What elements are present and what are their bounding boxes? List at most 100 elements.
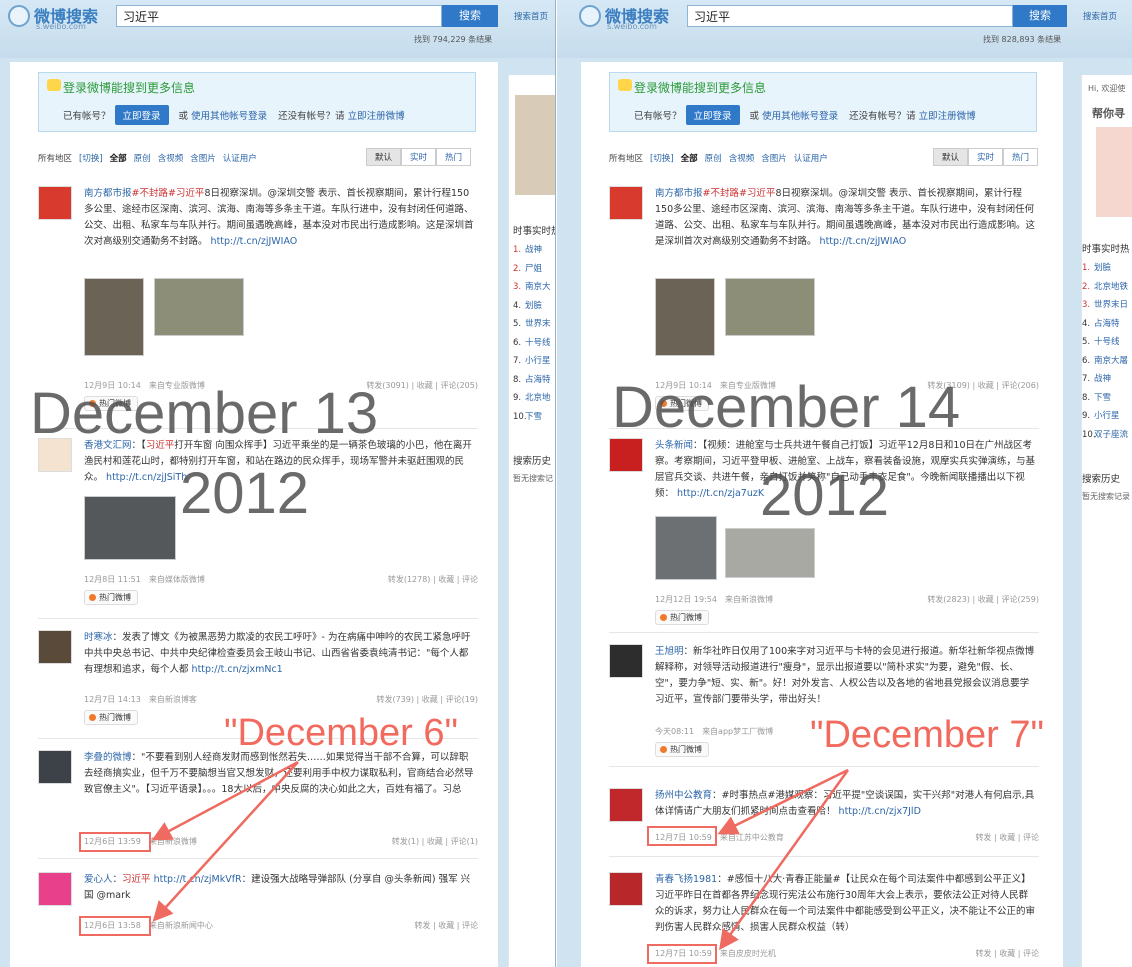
post-author[interactable]: 王旭明: [655, 646, 684, 657]
login-button[interactable]: 立即登录: [685, 105, 740, 125]
hot-weibo-button[interactable]: 热门微博: [655, 742, 709, 757]
post-time[interactable]: 12月7日 14:13: [84, 695, 141, 704]
sort-realtime[interactable]: 实时: [401, 148, 437, 166]
hot-topic-item[interactable]: 世界末日: [1094, 300, 1128, 310]
post-author[interactable]: 李叠的微博: [84, 752, 132, 763]
post-actions[interactable]: 转发(1) | 收藏 | 评论(1): [392, 836, 478, 847]
hot-topic-item[interactable]: 占海特: [1094, 319, 1120, 329]
post-image[interactable]: [655, 516, 717, 580]
hot-topic-item[interactable]: 下雪: [1094, 393, 1111, 403]
post-actions[interactable]: 转发(739) | 收藏 | 评论(19): [377, 694, 479, 705]
post-link[interactable]: http://t.cn/zjxmNc1: [192, 664, 283, 675]
avatar[interactable]: [38, 186, 72, 220]
avatar[interactable]: [609, 644, 643, 678]
hot-topic-item[interactable]: 南京大屠: [1094, 356, 1128, 366]
hot-topic-item[interactable]: 世界末: [525, 319, 551, 329]
hot-topic-item[interactable]: 占海特: [525, 375, 551, 385]
search-home-link[interactable]: 搜索首页: [1083, 10, 1117, 22]
post-source[interactable]: 来自新浪新闻中心: [149, 921, 213, 930]
hot-topic-item[interactable]: 十号线: [525, 338, 551, 348]
weibo-logo[interactable]: 微博搜索 s.weibo.com: [579, 3, 681, 33]
post-source[interactable]: 来自新浪博客: [149, 695, 197, 704]
sort-hot[interactable]: 热门: [436, 148, 472, 166]
other-login-link[interactable]: 使用其他帐号登录: [191, 111, 267, 122]
hot-topic-item[interactable]: 小行星: [1094, 411, 1120, 421]
hot-topic-item[interactable]: 北京地: [525, 393, 551, 403]
filter-verified[interactable]: 认证用户: [223, 154, 257, 164]
post-link[interactable]: http://t.cn/zja7uzK: [677, 488, 764, 499]
other-login-link[interactable]: 使用其他帐号登录: [762, 111, 838, 122]
post-actions[interactable]: 转发(2823) | 收藏 | 评论(259): [927, 594, 1039, 605]
avatar[interactable]: [609, 872, 643, 906]
hot-topic-item[interactable]: 战神: [1094, 374, 1111, 384]
search-button[interactable]: 搜索: [442, 5, 498, 27]
hot-topic-item[interactable]: 双子座流: [1094, 430, 1128, 440]
sort-realtime[interactable]: 实时: [968, 148, 1004, 166]
filter-switch[interactable]: [切换]: [650, 154, 674, 164]
post-source[interactable]: 来自app梦工厂微博: [702, 727, 773, 736]
post-link[interactable]: http://t.cn/zjMkVfR: [154, 874, 242, 885]
sort-hot[interactable]: 热门: [1003, 148, 1039, 166]
hot-topic-item[interactable]: 尸姐: [525, 264, 542, 274]
register-link[interactable]: 立即注册微博: [919, 111, 976, 122]
post-source[interactable]: 来自皮皮时光机: [720, 949, 776, 958]
post-image[interactable]: [725, 528, 815, 578]
post-actions[interactable]: 转发(1278) | 收藏 | 评论: [388, 574, 478, 585]
post-time[interactable]: 今天08:11: [655, 727, 694, 736]
hot-topic-item[interactable]: 北京地铁: [1094, 282, 1128, 292]
post-image[interactable]: [655, 278, 715, 356]
avatar[interactable]: [609, 186, 643, 220]
post-author[interactable]: 时寒冰: [84, 632, 113, 643]
hot-topic-item[interactable]: 战神: [525, 245, 542, 255]
login-button[interactable]: 立即登录: [114, 105, 169, 125]
filter-all[interactable]: 全部: [681, 154, 698, 164]
post-source[interactable]: 来自媒体版微博: [149, 575, 205, 584]
avatar[interactable]: [38, 750, 72, 784]
avatar[interactable]: [38, 630, 72, 664]
post-author[interactable]: 南方都市报: [655, 188, 703, 199]
search-input[interactable]: 习近平: [116, 5, 442, 27]
hot-topic-item[interactable]: 下雪: [525, 412, 542, 422]
register-link[interactable]: 立即注册微博: [348, 111, 405, 122]
search-button[interactable]: 搜索: [1013, 5, 1067, 27]
post-time[interactable]: 12月8日 11:51: [84, 575, 141, 584]
sort-default[interactable]: 默认: [366, 148, 402, 166]
weibo-logo[interactable]: 微博搜索 s.weibo.com: [8, 3, 110, 33]
search-home-link[interactable]: 搜索首页: [514, 10, 548, 22]
hot-topic-item[interactable]: 十号线: [1094, 337, 1120, 347]
hot-topic-item[interactable]: 小行星: [525, 356, 551, 366]
filter-switch[interactable]: [切换]: [79, 154, 103, 164]
post-actions[interactable]: 转发 | 收藏 | 评论: [975, 832, 1039, 843]
post-image[interactable]: [154, 278, 244, 336]
filter-original[interactable]: 原创: [705, 154, 722, 164]
filter-video[interactable]: 含视频: [729, 154, 755, 164]
filter-verified[interactable]: 认证用户: [794, 154, 828, 164]
post-source[interactable]: 来自江苏中公教育: [720, 833, 784, 842]
sort-default[interactable]: 默认: [933, 148, 969, 166]
filter-video[interactable]: 含视频: [158, 154, 184, 164]
post-actions[interactable]: 转发(3091) | 收藏 | 评论(205): [366, 380, 478, 391]
hot-weibo-button[interactable]: 热门微博: [84, 590, 138, 605]
filter-all[interactable]: 全部: [110, 154, 127, 164]
avatar[interactable]: [609, 788, 643, 822]
hot-topic-item[interactable]: 划臉: [1094, 263, 1111, 273]
post-actions[interactable]: 转发 | 收藏 | 评论: [975, 948, 1039, 959]
hot-weibo-button[interactable]: 热门微博: [655, 610, 709, 625]
post-image[interactable]: [725, 278, 815, 336]
post-author[interactable]: 扬州中公教育: [655, 790, 712, 801]
post-time[interactable]: 12月12日 19:54: [655, 595, 717, 604]
filter-picture[interactable]: 含图片: [761, 154, 787, 164]
search-input[interactable]: 习近平: [687, 5, 1013, 27]
avatar[interactable]: [38, 872, 72, 906]
post-source[interactable]: 来自新浪微博: [725, 595, 773, 604]
filter-original[interactable]: 原创: [134, 154, 151, 164]
post-source[interactable]: 来自新浪微博: [149, 837, 197, 846]
post-link[interactable]: http://t.cn/zjJSiTh: [106, 472, 187, 483]
hot-topic-item[interactable]: 南京大: [525, 282, 551, 292]
filter-picture[interactable]: 含图片: [190, 154, 216, 164]
post-image[interactable]: [84, 496, 176, 560]
post-author[interactable]: 青春飞扬1981: [655, 874, 717, 885]
avatar[interactable]: [609, 438, 643, 472]
sidebar-promo-image[interactable]: [1096, 127, 1132, 217]
post-link[interactable]: http://t.cn/zjJWIAO: [820, 236, 907, 247]
